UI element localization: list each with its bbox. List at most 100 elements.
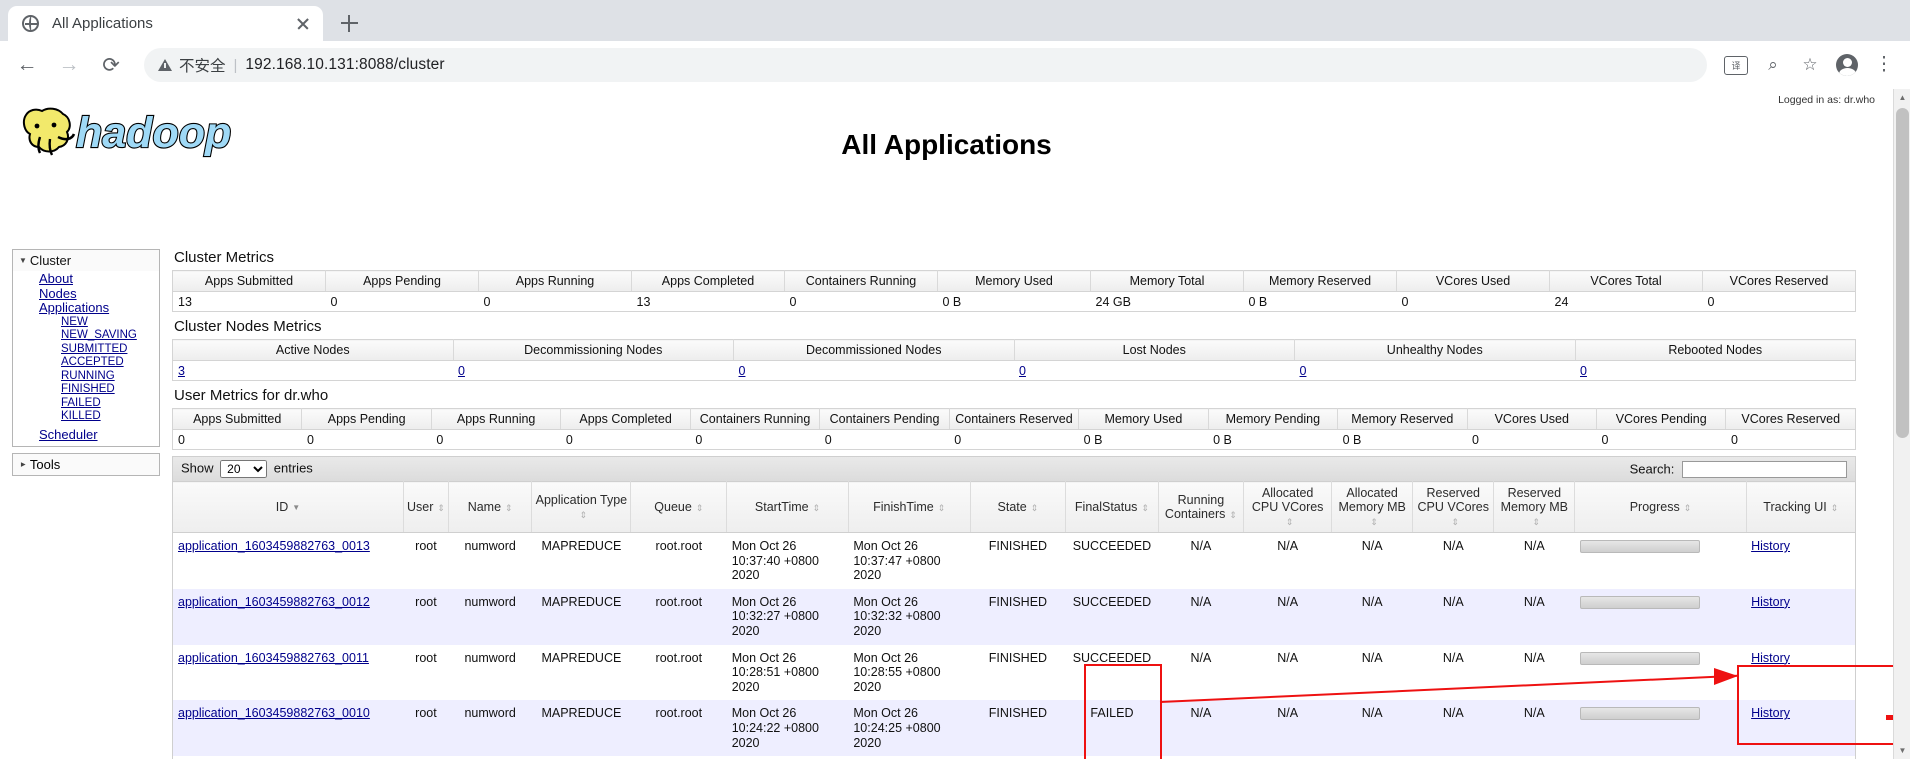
col-rebooted-nodes: Rebooted Nodes [1574,339,1856,361]
col-finalstatus[interactable]: FinalStatus ⇕ [1065,481,1159,533]
back-icon[interactable]: ← [10,48,44,82]
sidebar-state-finished[interactable]: FINISHED [61,383,159,397]
show-label: Show [181,460,214,476]
sidebar-state-new[interactable]: NEW [61,316,159,330]
link-unhealthy-nodes[interactable]: 0 [1300,364,1307,378]
cell-id: application_1603459882763_0013 [172,532,404,589]
history-link[interactable]: History [1751,595,1790,609]
search-label: Search: [1629,461,1675,476]
val-decommissioning-nodes: 0 [453,360,734,381]
scroll-down-icon[interactable]: ▼ [1894,742,1910,759]
cell-finalstatus: SUCCEEDED [1065,588,1159,645]
history-link[interactable]: History [1751,706,1790,720]
ucol-containers-pending: Containers Pending [819,408,950,430]
sort-icon: ⇕ [1683,502,1692,513]
ucol-apps-running: Apps Running [430,408,561,430]
sort-icon: ⇕ [937,502,946,513]
application-link[interactable]: application_1603459882763_0013 [178,539,370,553]
reload-icon[interactable]: ⟳ [94,48,128,82]
history-link[interactable]: History [1751,539,1790,553]
sort-icon: ⇕ [1229,509,1237,520]
cell-tracking: History [1746,532,1856,589]
forward-icon[interactable]: → [52,48,86,82]
sidebar-item-about[interactable]: About [39,271,159,287]
sidebar-state-new-saving[interactable]: NEW_SAVING [61,329,159,343]
close-icon[interactable] [293,14,313,34]
sidebar-cluster-header[interactable]: ▼ Cluster [13,250,159,271]
page-scrollbar[interactable]: ▲ ▼ [1893,89,1910,759]
cell-state: FINISHED [970,700,1066,757]
translate-icon[interactable]: 译 [1720,49,1752,81]
col-queue[interactable]: Queue ⇕ [630,481,727,533]
col-progress[interactable]: Progress ⇕ [1574,481,1747,533]
application-link[interactable]: application_1603459882763_0012 [178,595,370,609]
uval-apps-pending: 0 [301,429,432,450]
col-name[interactable]: Name ⇕ [447,481,532,533]
history-link[interactable]: History [1751,651,1790,665]
ucol-memory-used: Memory Used [1078,408,1209,430]
col-id[interactable]: ID ▼ [172,481,404,533]
cell-alloc-vcores: N/A [1243,700,1332,757]
sidebar-state-failed[interactable]: FAILED [61,397,159,411]
search-input[interactable] [1682,460,1847,478]
col-state[interactable]: State ⇕ [969,481,1066,533]
col-allocated-memory-mb[interactable]: Allocated Memory MB⇕ [1331,481,1413,533]
col-containers-running: Containers Running [784,270,938,292]
search-group: Search: [1629,460,1847,478]
sidebar-item-applications[interactable]: Applications [39,300,159,316]
col-user[interactable]: User ⇕ [402,481,449,533]
cell-id: application_1603459882763_0011 [172,644,404,701]
link-decommissioned-nodes[interactable]: 0 [739,364,746,378]
table-header-row: Active Nodes Decommissioning Nodes Decom… [172,339,1856,361]
col-starttime[interactable]: StartTime ⇕ [726,481,849,533]
ucol-apps-completed: Apps Completed [560,408,691,430]
sidebar-state-submitted[interactable]: SUBMITTED [61,343,159,357]
sidebar-state-killed[interactable]: KILLED [61,410,159,424]
profile-avatar[interactable] [1831,49,1863,81]
col-tracking-ui[interactable]: Tracking UI ⇕ [1745,481,1856,533]
link-active-nodes[interactable]: 3 [178,364,185,378]
col-finishtime[interactable]: FinishTime ⇕ [847,481,971,533]
cell-id: application_1603459882763_0012 [172,588,404,645]
browser-tab[interactable]: All Applications [8,6,323,41]
entries-select[interactable]: 20 40 60 80 100 [220,460,268,478]
application-link[interactable]: application_1603459882763_0011 [178,651,369,665]
table-row: 0 0 0 0 0 0 0 0 B 0 B 0 B 0 0 0 [172,429,1856,450]
cell-finalstatus: SUCCEEDED [1065,532,1159,589]
datatable-controls: Show 20 40 60 80 100 entries Search: [172,456,1856,481]
zoom-icon[interactable]: ⌕ [1757,49,1789,81]
col-application-type[interactable]: Application Type⇕ [531,481,631,533]
col-reserved-cpu-vcores[interactable]: Reserved CPU VCores⇕ [1412,481,1494,533]
cell-type: MAPREDUCE [531,700,631,757]
sort-icon: ⇕ [1532,516,1541,527]
cell-user: root [403,700,449,757]
uval-apps-running: 0 [431,429,561,450]
new-tab-button[interactable] [332,6,366,40]
ucol-vcores-pending: VCores Pending [1595,408,1726,430]
link-decommissioning-nodes[interactable]: 0 [458,364,465,378]
ucol-vcores-used: VCores Used [1466,408,1597,430]
cell-tracking: History [1746,700,1856,757]
scroll-up-icon[interactable]: ▲ [1894,89,1910,106]
link-rebooted-nodes[interactable]: 0 [1580,364,1587,378]
val-memory-total: 24 GB [1090,291,1244,312]
application-link[interactable]: application_1603459882763_0010 [178,706,370,720]
scrollbar-thumb[interactable] [1896,108,1909,438]
sidebar-item-nodes[interactable]: Nodes [39,286,159,302]
val-lost-nodes: 0 [1014,360,1295,381]
sidebar-item-scheduler[interactable]: Scheduler [39,427,159,443]
col-reserved-memory-mb[interactable]: Reserved Memory MB⇕ [1493,481,1575,533]
sidebar-tools-section[interactable]: ▼ Tools [12,453,160,476]
address-bar[interactable]: 不安全 | 192.168.10.131:8088/cluster [144,48,1707,82]
sidebar-state-running[interactable]: RUNNING [61,370,159,384]
col-running-containers[interactable]: Running Containers ⇕ [1157,481,1244,533]
val-apps-completed: 13 [631,291,785,312]
col-active-nodes: Active Nodes [172,339,453,361]
link-lost-nodes[interactable]: 0 [1019,364,1026,378]
table-row: 13 0 0 13 0 0 B 24 GB 0 B 0 24 0 [172,291,1856,312]
bookmark-star-icon[interactable]: ☆ [1794,49,1826,81]
col-vcores-reserved: VCores Reserved [1702,270,1856,292]
menu-icon[interactable]: ⋮ [1868,49,1900,81]
sidebar-state-accepted[interactable]: ACCEPTED [61,356,159,370]
col-allocated-cpu-vcores[interactable]: Allocated CPU VCores⇕ [1243,481,1332,533]
